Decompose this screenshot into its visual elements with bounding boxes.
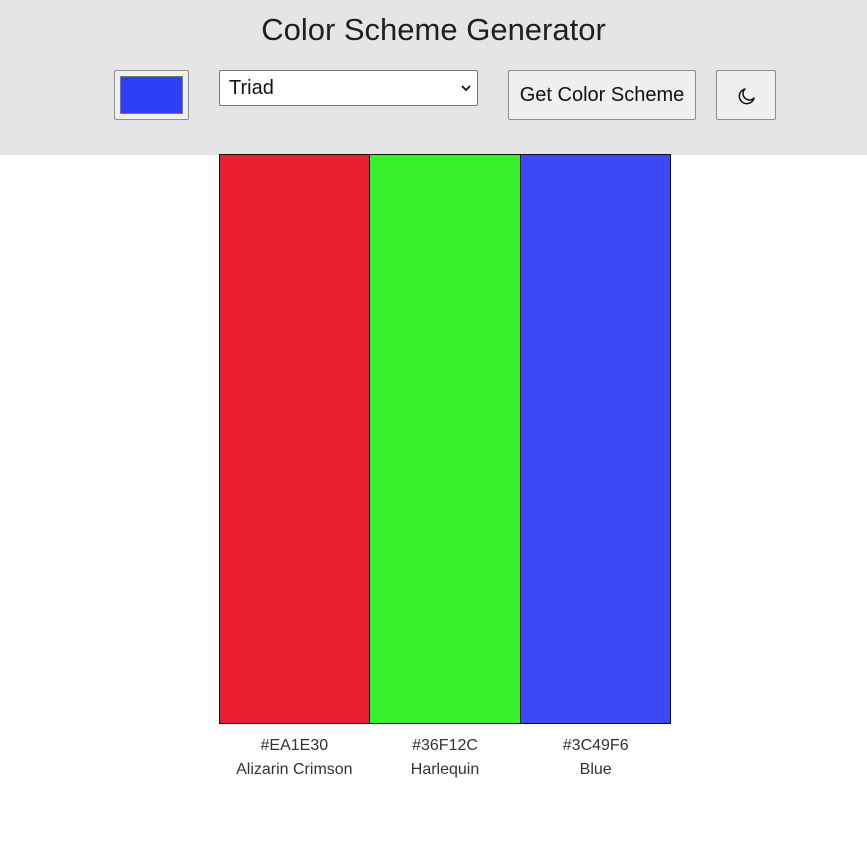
color-labels: #EA1E30 Alizarin Crimson #36F12C Harlequ… <box>219 734 671 782</box>
color-name: Alizarin Crimson <box>236 761 353 778</box>
header-bar: Color Scheme Generator Triad Get Color S… <box>0 0 867 155</box>
color-stripe[interactable] <box>220 155 370 723</box>
get-color-scheme-button[interactable]: Get Color Scheme <box>508 70 696 120</box>
scheme-mode-select[interactable]: Triad <box>219 70 478 106</box>
color-scheme-panel <box>219 154 671 724</box>
color-label-2: #36F12C Harlequin <box>370 734 521 782</box>
page-title: Color Scheme Generator <box>261 12 606 47</box>
color-name: Blue <box>579 761 612 778</box>
color-hex[interactable]: #3C49F6 <box>520 734 671 758</box>
color-stripe[interactable] <box>369 155 520 723</box>
color-hex[interactable]: #EA1E30 <box>219 734 370 758</box>
scheme-mode-value: Triad <box>229 77 274 99</box>
chevron-down-icon <box>461 85 471 92</box>
theme-toggle-button[interactable] <box>716 70 776 120</box>
color-hex[interactable]: #36F12C <box>370 734 521 758</box>
seed-color-picker[interactable] <box>114 70 189 120</box>
color-label-3: #3C49F6 Blue <box>520 734 671 782</box>
moon-icon <box>738 88 755 105</box>
color-stripe[interactable] <box>519 155 670 723</box>
seed-color-swatch <box>120 76 183 114</box>
color-name: Harlequin <box>410 761 480 778</box>
color-label-1: #EA1E30 Alizarin Crimson <box>219 734 370 782</box>
